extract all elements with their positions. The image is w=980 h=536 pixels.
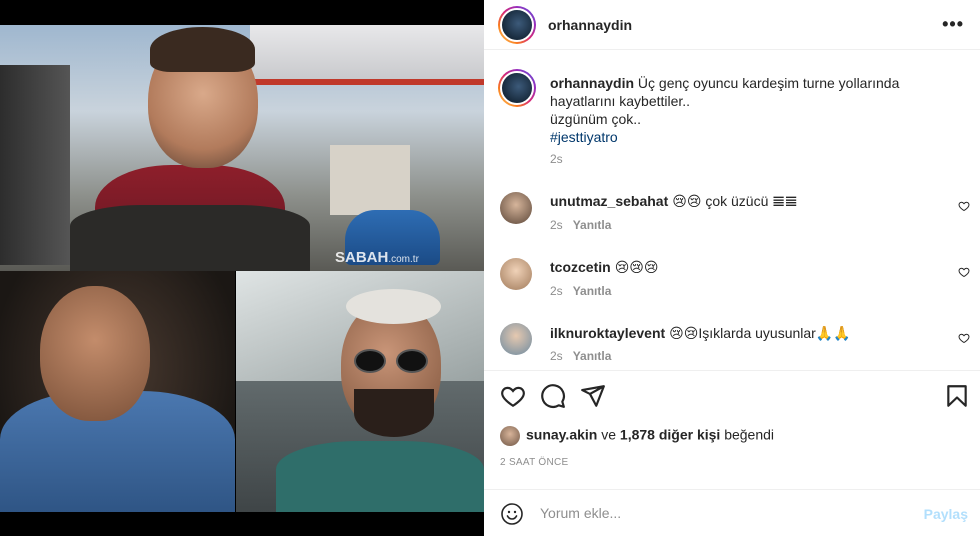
- comment-avatar[interactable]: [500, 323, 532, 355]
- comment-username[interactable]: ilknuroktaylevent: [550, 325, 665, 341]
- post-caption: orhannaydin Üç genç oyuncu kardeşim turn…: [550, 74, 950, 146]
- post-header: orhannaydin •••: [484, 0, 980, 50]
- likes-suffix: beğendi: [720, 426, 775, 443]
- caption-time: 2s: [550, 152, 563, 166]
- action-bar: [484, 375, 980, 419]
- emoji-icon[interactable]: [500, 502, 524, 526]
- person-shirt: [276, 441, 484, 512]
- comment-body: 😢😢 çok üzücü 𝌆𝌆: [672, 193, 798, 209]
- heart-icon[interactable]: [958, 266, 970, 278]
- caption-text-3: üzgünüm çok..: [550, 111, 642, 127]
- building-shape: [330, 145, 410, 215]
- heart-icon[interactable]: [958, 200, 970, 212]
- comment-meta: 2s Yanıtla: [550, 284, 611, 298]
- person-face: [40, 286, 150, 421]
- likes-connector: ve: [597, 426, 620, 443]
- vehicle-shape: [0, 65, 70, 265]
- likes-count[interactable]: 1,878 diğer kişi: [620, 427, 720, 443]
- person-hair: [150, 27, 255, 72]
- liker-username[interactable]: sunay.akin: [526, 427, 597, 443]
- photo-bottom-left: [0, 271, 235, 512]
- sunglasses-lens: [354, 349, 386, 373]
- heart-icon[interactable]: [958, 332, 970, 344]
- caption-username[interactable]: orhannaydin: [550, 75, 634, 91]
- post-comment-button[interactable]: Paylaş: [924, 506, 968, 522]
- comments-section: orhannaydin Üç genç oyuncu kardeşim turn…: [484, 51, 980, 371]
- post-timestamp: 2 SAAT ÖNCE: [500, 457, 569, 468]
- comment-body: 😢😢😢: [614, 259, 659, 275]
- author-avatar[interactable]: [498, 6, 536, 44]
- reply-button[interactable]: Yanıtla: [573, 349, 612, 363]
- comment-text: ilknuroktaylevent 😢😢Işıklarda uyusunlar🙏🙏: [550, 325, 851, 342]
- share-icon[interactable]: [580, 383, 606, 409]
- comment-avatar[interactable]: [500, 258, 532, 290]
- comment-username[interactable]: unutmaz_sebahat: [550, 193, 668, 209]
- bookmark-icon[interactable]: [944, 383, 970, 409]
- author-username[interactable]: orhannaydin: [548, 17, 632, 33]
- comment-text: tcozcetin 😢😢😢: [550, 259, 658, 276]
- likes-summary: sunay.akin ve 1,878 diğer kişi beğendi: [500, 426, 774, 446]
- comment-icon[interactable]: [540, 383, 566, 409]
- comment-meta: 2s Yanıtla: [550, 218, 611, 232]
- more-horizontal-icon[interactable]: •••: [942, 14, 964, 35]
- caption-hashtag[interactable]: #jesttiyatro: [550, 129, 618, 145]
- media-watermark: SABAH.com.tr: [335, 249, 419, 266]
- photo-top: SABAH.com.tr: [0, 25, 484, 271]
- comment-username[interactable]: tcozcetin: [550, 259, 611, 275]
- photo-bottom-right: [236, 271, 484, 512]
- reply-button[interactable]: Yanıtla: [573, 218, 612, 232]
- comment-body: 😢😢Işıklarda uyusunlar🙏🙏: [669, 325, 851, 341]
- person-hair: [346, 289, 441, 324]
- heart-icon[interactable]: [500, 383, 526, 409]
- person-beard: [354, 389, 434, 437]
- caption-text-2: hayatlarını kaybettiler..: [550, 93, 691, 109]
- comment-meta: 2s Yanıtla: [550, 349, 611, 363]
- comment-avatar[interactable]: [500, 192, 532, 224]
- gas-station-canopy: [250, 25, 484, 85]
- caption-avatar[interactable]: [498, 69, 536, 107]
- post-media[interactable]: SABAH.com.tr: [0, 0, 484, 536]
- comment-time: 2s: [550, 349, 563, 363]
- jacket-shape: [70, 205, 310, 271]
- sunglasses-lens: [396, 349, 428, 373]
- reply-button[interactable]: Yanıtla: [573, 284, 612, 298]
- caption-text-1: Üç genç oyuncu kardeşim turne yollarında: [637, 75, 900, 91]
- liker-avatar[interactable]: [500, 426, 520, 446]
- post-sidebar: orhannaydin ••• orhannaydin Üç genç oyun…: [484, 0, 980, 536]
- comment-time: 2s: [550, 284, 563, 298]
- add-comment-bar: Paylaş: [484, 489, 980, 536]
- comment-text: unutmaz_sebahat 😢😢 çok üzücü 𝌆𝌆: [550, 193, 797, 210]
- comment-time: 2s: [550, 218, 563, 232]
- comment-input[interactable]: [540, 500, 900, 526]
